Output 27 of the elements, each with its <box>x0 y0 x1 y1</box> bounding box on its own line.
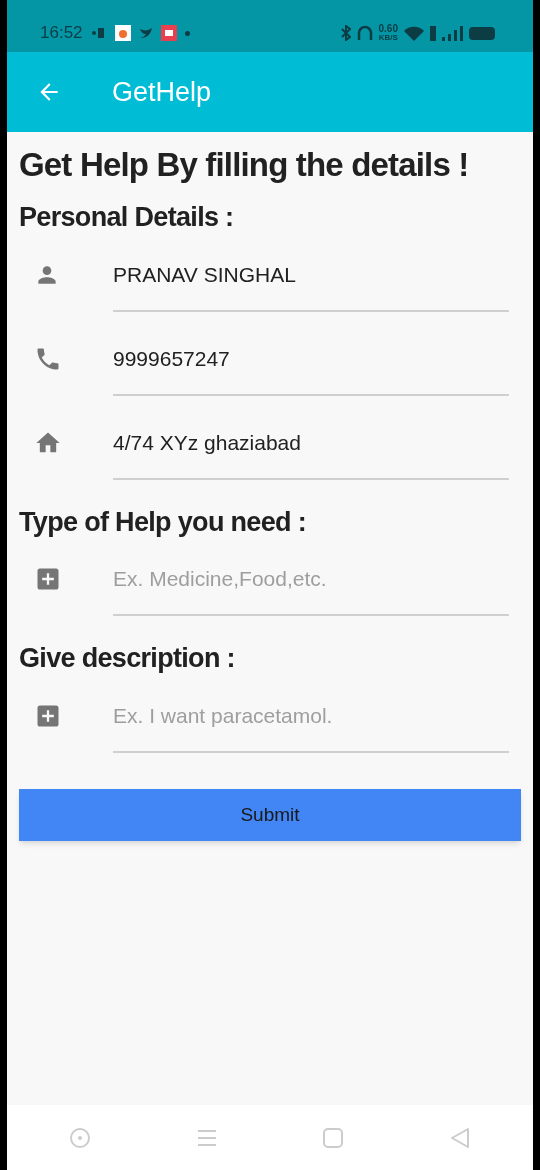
menu-icon[interactable] <box>195 1127 218 1148</box>
headphones-icon <box>356 25 373 41</box>
section-title: Give description : <box>19 642 236 676</box>
bird-icon <box>138 27 153 39</box>
text-field[interactable]: Ex. I want paracetamol. <box>113 688 509 753</box>
assistant-icon[interactable] <box>69 1126 92 1149</box>
battery-icon <box>469 26 495 40</box>
back-triangle-icon[interactable] <box>448 1126 471 1149</box>
section-title: Personal Details : <box>19 201 235 235</box>
speed-unit: KB/S <box>378 34 398 42</box>
page-heading: Get Help By filling the details ! <box>19 145 470 185</box>
signal-icon <box>442 25 463 41</box>
text-field[interactable]: 9999657247 <box>113 331 509 396</box>
text-field[interactable]: 4/74 XYz ghaziabad <box>113 415 509 480</box>
home-square-icon[interactable] <box>322 1126 345 1149</box>
section-title: Type of Help you need : <box>19 505 307 539</box>
text-field[interactable]: PRANAV SINGHAL <box>113 247 509 312</box>
speed-value: 0.60 <box>378 24 398 34</box>
bluetooth-icon <box>340 25 351 41</box>
video-notification-icon <box>160 25 177 41</box>
dot-icon <box>184 30 190 36</box>
submit-button[interactable]: Submit <box>19 788 521 841</box>
wifi-icon <box>404 25 424 41</box>
app-notification-icon <box>114 25 131 41</box>
app-bar-title: GetHelp <box>112 75 212 109</box>
text-field[interactable]: Ex. Medicine,Food,etc. <box>113 552 509 617</box>
status-time: 16:52 <box>40 22 83 45</box>
